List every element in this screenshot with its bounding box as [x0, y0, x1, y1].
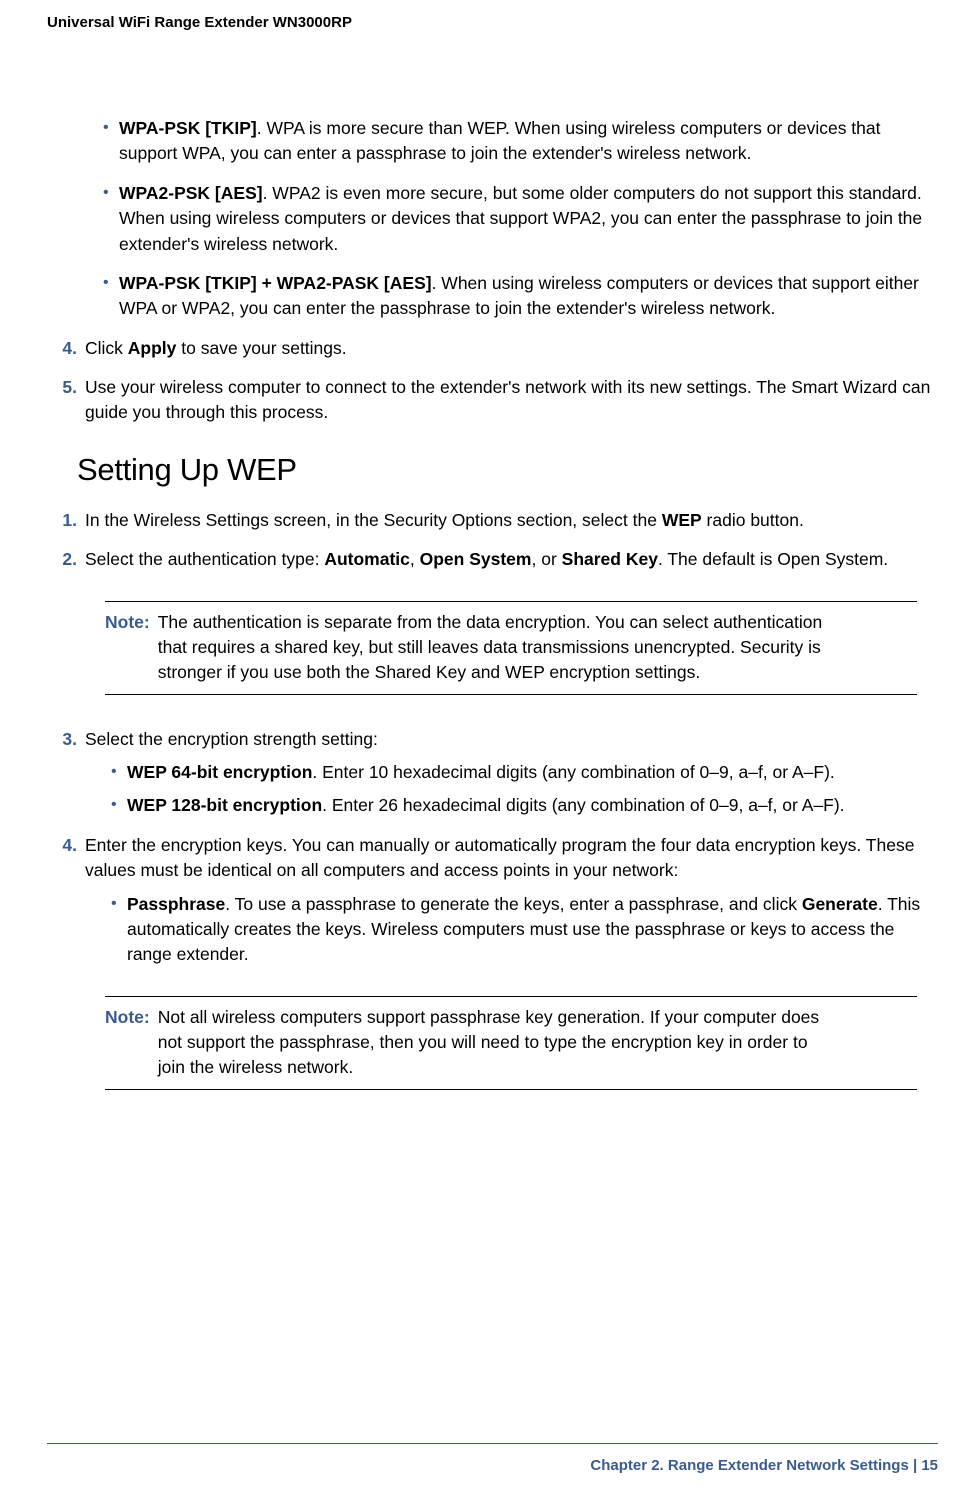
bullet-marker: • — [85, 793, 127, 818]
note-label: Note: — [105, 1005, 158, 1081]
bullet-text: WPA2-PSK [AES]. WPA2 is even more secure… — [119, 181, 937, 257]
bullet-marker: • — [77, 271, 119, 322]
bullet-wpa-wpa2-combined: • WPA-PSK [TKIP] + WPA2-PASK [AES]. When… — [77, 271, 937, 322]
bullet-text: Passphrase. To use a passphrase to gener… — [127, 892, 937, 968]
bullet-marker: • — [77, 181, 119, 257]
bullet-marker: • — [77, 116, 119, 167]
wep-step-1: 1. In the Wireless Settings screen, in t… — [59, 508, 937, 533]
footer-text: Chapter 2. Range Extender Network Settin… — [590, 1457, 938, 1474]
step-number: 5. — [59, 375, 85, 426]
sub-bullet-wep-128: • WEP 128-bit encryption. Enter 26 hexad… — [85, 793, 937, 818]
note-text: The authentication is separate from the … — [158, 610, 917, 686]
main-content: • WPA-PSK [TKIP]. WPA is more secure tha… — [77, 116, 937, 1122]
bullet-text: WEP 64-bit encryption. Enter 10 hexadeci… — [127, 760, 937, 785]
sub-bullet-passphrase: • Passphrase. To use a passphrase to gen… — [85, 892, 937, 968]
bullet-text: WPA-PSK [TKIP]. WPA is more secure than … — [119, 116, 937, 167]
step-number: 1. — [59, 508, 85, 533]
step-text: Enter the encryption keys. You can manua… — [85, 833, 937, 968]
bullet-wpa2-psk-aes: • WPA2-PSK [AES]. WPA2 is even more secu… — [77, 181, 937, 257]
note-authentication: Note: The authentication is separate fro… — [105, 601, 917, 695]
document-header: Universal WiFi Range Extender WN3000RP — [47, 14, 352, 31]
bullet-text: WEP 128-bit encryption. Enter 26 hexadec… — [127, 793, 937, 818]
footer-divider — [47, 1443, 938, 1444]
step-number: 4. — [59, 336, 85, 361]
wep-step-3: 3. Select the encryption strength settin… — [59, 727, 937, 819]
note-text: Not all wireless computers support passp… — [158, 1005, 917, 1081]
step-number: 2. — [59, 547, 85, 572]
note-passphrase-support: Note: Not all wireless computers support… — [105, 996, 917, 1090]
step-number: 4. — [59, 833, 85, 968]
step-text: Select the encryption strength setting: … — [85, 727, 937, 819]
heading-setting-up-wep: Setting Up WEP — [77, 452, 937, 488]
note-label: Note: — [105, 610, 158, 686]
step-number: 3. — [59, 727, 85, 819]
bullet-marker: • — [85, 892, 127, 968]
step-text: In the Wireless Settings screen, in the … — [85, 508, 937, 533]
step-text: Click Apply to save your settings. — [85, 336, 937, 361]
step-text: Use your wireless computer to connect to… — [85, 375, 937, 426]
sub-bullet-wep-64: • WEP 64-bit encryption. Enter 10 hexade… — [85, 760, 937, 785]
bullet-wpa-psk-tkip: • WPA-PSK [TKIP]. WPA is more secure tha… — [77, 116, 937, 167]
wep-step-4: 4. Enter the encryption keys. You can ma… — [59, 833, 937, 968]
step-text: Select the authentication type: Automati… — [85, 547, 937, 572]
wep-step-2: 2. Select the authentication type: Autom… — [59, 547, 937, 572]
step-4: 4. Click Apply to save your settings. — [59, 336, 937, 361]
bullet-text: WPA-PSK [TKIP] + WPA2-PASK [AES]. When u… — [119, 271, 937, 322]
bullet-marker: • — [85, 760, 127, 785]
step-5: 5. Use your wireless computer to connect… — [59, 375, 937, 426]
